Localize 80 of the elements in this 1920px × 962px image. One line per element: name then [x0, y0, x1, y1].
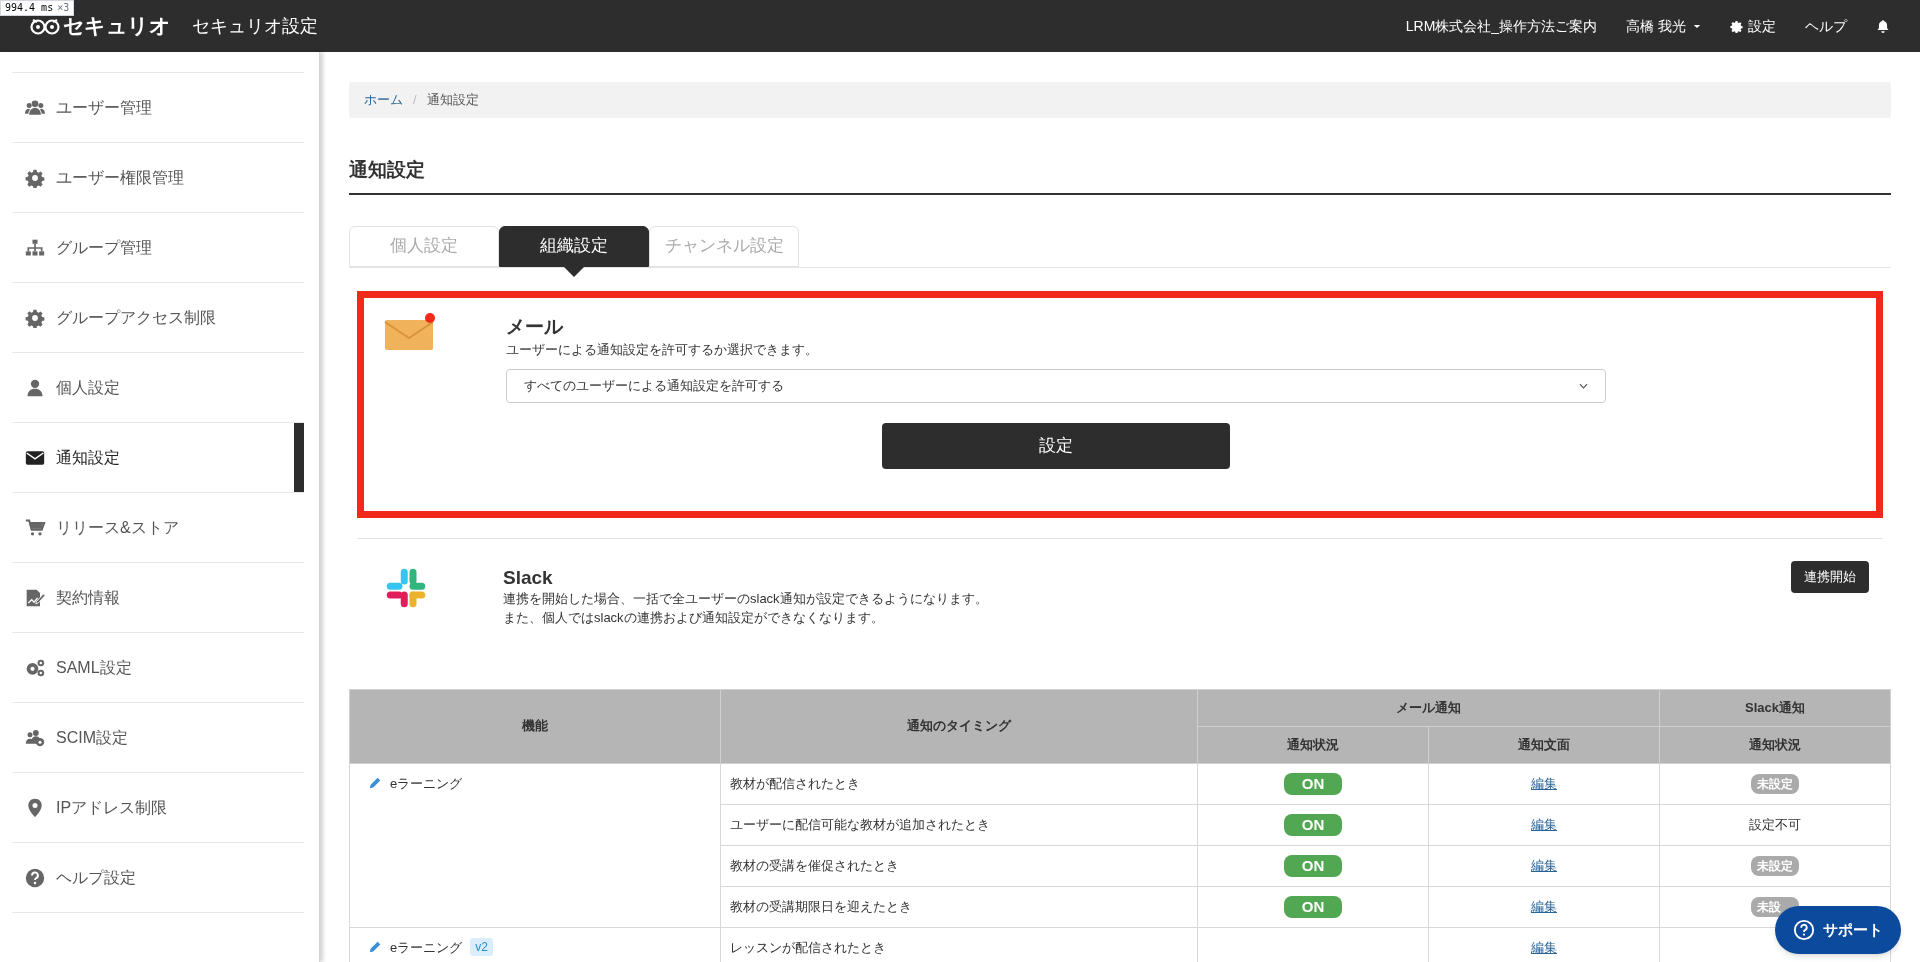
- select-field[interactable]: すべてのユーザーによる通知設定を許可する: [506, 369, 1606, 403]
- sidebar-item[interactable]: 契約情報: [12, 563, 304, 633]
- help-icon: [1793, 919, 1815, 941]
- gears-icon: [24, 657, 46, 678]
- status-badge: ON: [1284, 854, 1342, 877]
- feature-name: eラーニング: [390, 938, 463, 957]
- status-text: 設定不可: [1749, 816, 1801, 832]
- section-title: メール: [506, 315, 564, 338]
- sidebar-item[interactable]: ヘルプ設定: [12, 843, 304, 913]
- breadcrumb-current: 通知設定: [426, 91, 479, 110]
- description-text: ユーザーによる通知設定を許可するか選択できます。: [506, 340, 819, 359]
- edit-link[interactable]: 編集: [1531, 939, 1557, 955]
- header-link[interactable]: LRM株式会社_操作方法ご案内: [1405, 15, 1598, 37]
- envelope-icon: [384, 311, 436, 352]
- pencil-icon: [368, 940, 382, 955]
- section-title: Slack: [503, 566, 554, 589]
- app-title: セキュリオ設定: [192, 14, 319, 38]
- column-header: 通知のタイミング: [720, 689, 1198, 763]
- timing-text: 994.4 ms: [5, 1, 54, 15]
- table-cell: ユーザーに配信可能な教材が追加されたとき: [720, 804, 1198, 845]
- help-icon: [24, 867, 46, 888]
- sidebar-item[interactable]: ユーザー管理: [12, 73, 304, 143]
- header-link[interactable]: ヘルプ: [1805, 15, 1847, 37]
- column-header: メール通知: [1197, 689, 1660, 726]
- gear-icon: [24, 307, 46, 328]
- sidebar-item[interactable]: 通知設定: [12, 423, 304, 493]
- breadcrumb-link[interactable]: ホーム: [364, 90, 403, 110]
- table-cell: 教材の受講期限日を迎えたとき: [720, 886, 1198, 927]
- edit-link[interactable]: 編集: [1531, 857, 1557, 873]
- sidebar-item[interactable]: ユーザー権限管理: [12, 143, 304, 213]
- edit-link[interactable]: 編集: [1531, 898, 1557, 914]
- feature-name: eラーニング: [390, 774, 463, 793]
- chevron-down-icon: [1579, 383, 1588, 389]
- tab-pointer: [564, 266, 584, 277]
- version-tag: v2: [470, 938, 493, 957]
- notification-button[interactable]: [1876, 19, 1890, 33]
- sidebar-item[interactable]: IPアドレス制限: [12, 773, 304, 843]
- description-text: 連携を開始した場合、一括で全ユーザーのslack通知が設定できるようになります。: [503, 589, 989, 608]
- status-badge: ON: [1284, 895, 1342, 918]
- breadcrumb-separator: /: [413, 91, 417, 110]
- tab[interactable]: 組織設定: [499, 225, 649, 267]
- edit-link[interactable]: 編集: [1531, 816, 1557, 832]
- slack-icon: [385, 566, 427, 609]
- settings-link[interactable]: 設定: [1730, 15, 1776, 37]
- sidebar-item[interactable]: 個人設定: [12, 353, 304, 423]
- sitemap-icon: [24, 237, 46, 258]
- column-header: Slack通知: [1659, 689, 1891, 726]
- edit-link[interactable]: 編集: [1531, 775, 1557, 791]
- connect-button[interactable]: 連携開始: [1791, 560, 1869, 593]
- logo-text: セキュリオ: [63, 13, 171, 40]
- sidebar-item[interactable]: グループ管理: [12, 213, 304, 283]
- submit-button[interactable]: 設定: [882, 423, 1230, 469]
- active-indicator: [294, 423, 304, 492]
- count-text: ×3: [57, 1, 70, 15]
- column-header: 通知状況: [1659, 726, 1891, 763]
- description-text: また、個人ではslackの連携および通知設定ができなくなります。: [503, 608, 885, 627]
- status-badge: ON: [1284, 772, 1342, 795]
- gear-icon: [1730, 19, 1743, 33]
- document-pen-icon: [24, 587, 46, 608]
- sidebar-item[interactable]: SCIM設定: [12, 703, 304, 773]
- status-badge: 未設定: [1751, 855, 1799, 876]
- user-menu[interactable]: 高橋 我光: [1626, 15, 1701, 37]
- gear-icon: [24, 167, 46, 188]
- table-cell: 教材の受講を催促されたとき: [720, 845, 1198, 886]
- table-cell: 教材が配信されたとき: [720, 763, 1198, 804]
- status-badge: ON: [1284, 813, 1342, 836]
- cart-icon: [24, 517, 46, 538]
- sidebar-item[interactable]: グループアクセス制限: [12, 283, 304, 353]
- column-header: 機能: [349, 689, 721, 763]
- pencil-icon: [368, 776, 382, 791]
- status-badge: 未設定: [1751, 773, 1799, 794]
- users-gear-icon: [24, 727, 46, 748]
- column-header: 通知状況: [1197, 726, 1429, 763]
- sidebar-item[interactable]: SAML設定: [12, 633, 304, 703]
- bell-icon: [1876, 19, 1890, 33]
- sidebar-item[interactable]: リリース&ストア: [12, 493, 304, 563]
- caret-icon: [1693, 23, 1701, 29]
- page-title: 通知設定: [349, 156, 1891, 195]
- status-badge: 未設: [1751, 896, 1799, 917]
- column-header: 通知文面: [1428, 726, 1660, 763]
